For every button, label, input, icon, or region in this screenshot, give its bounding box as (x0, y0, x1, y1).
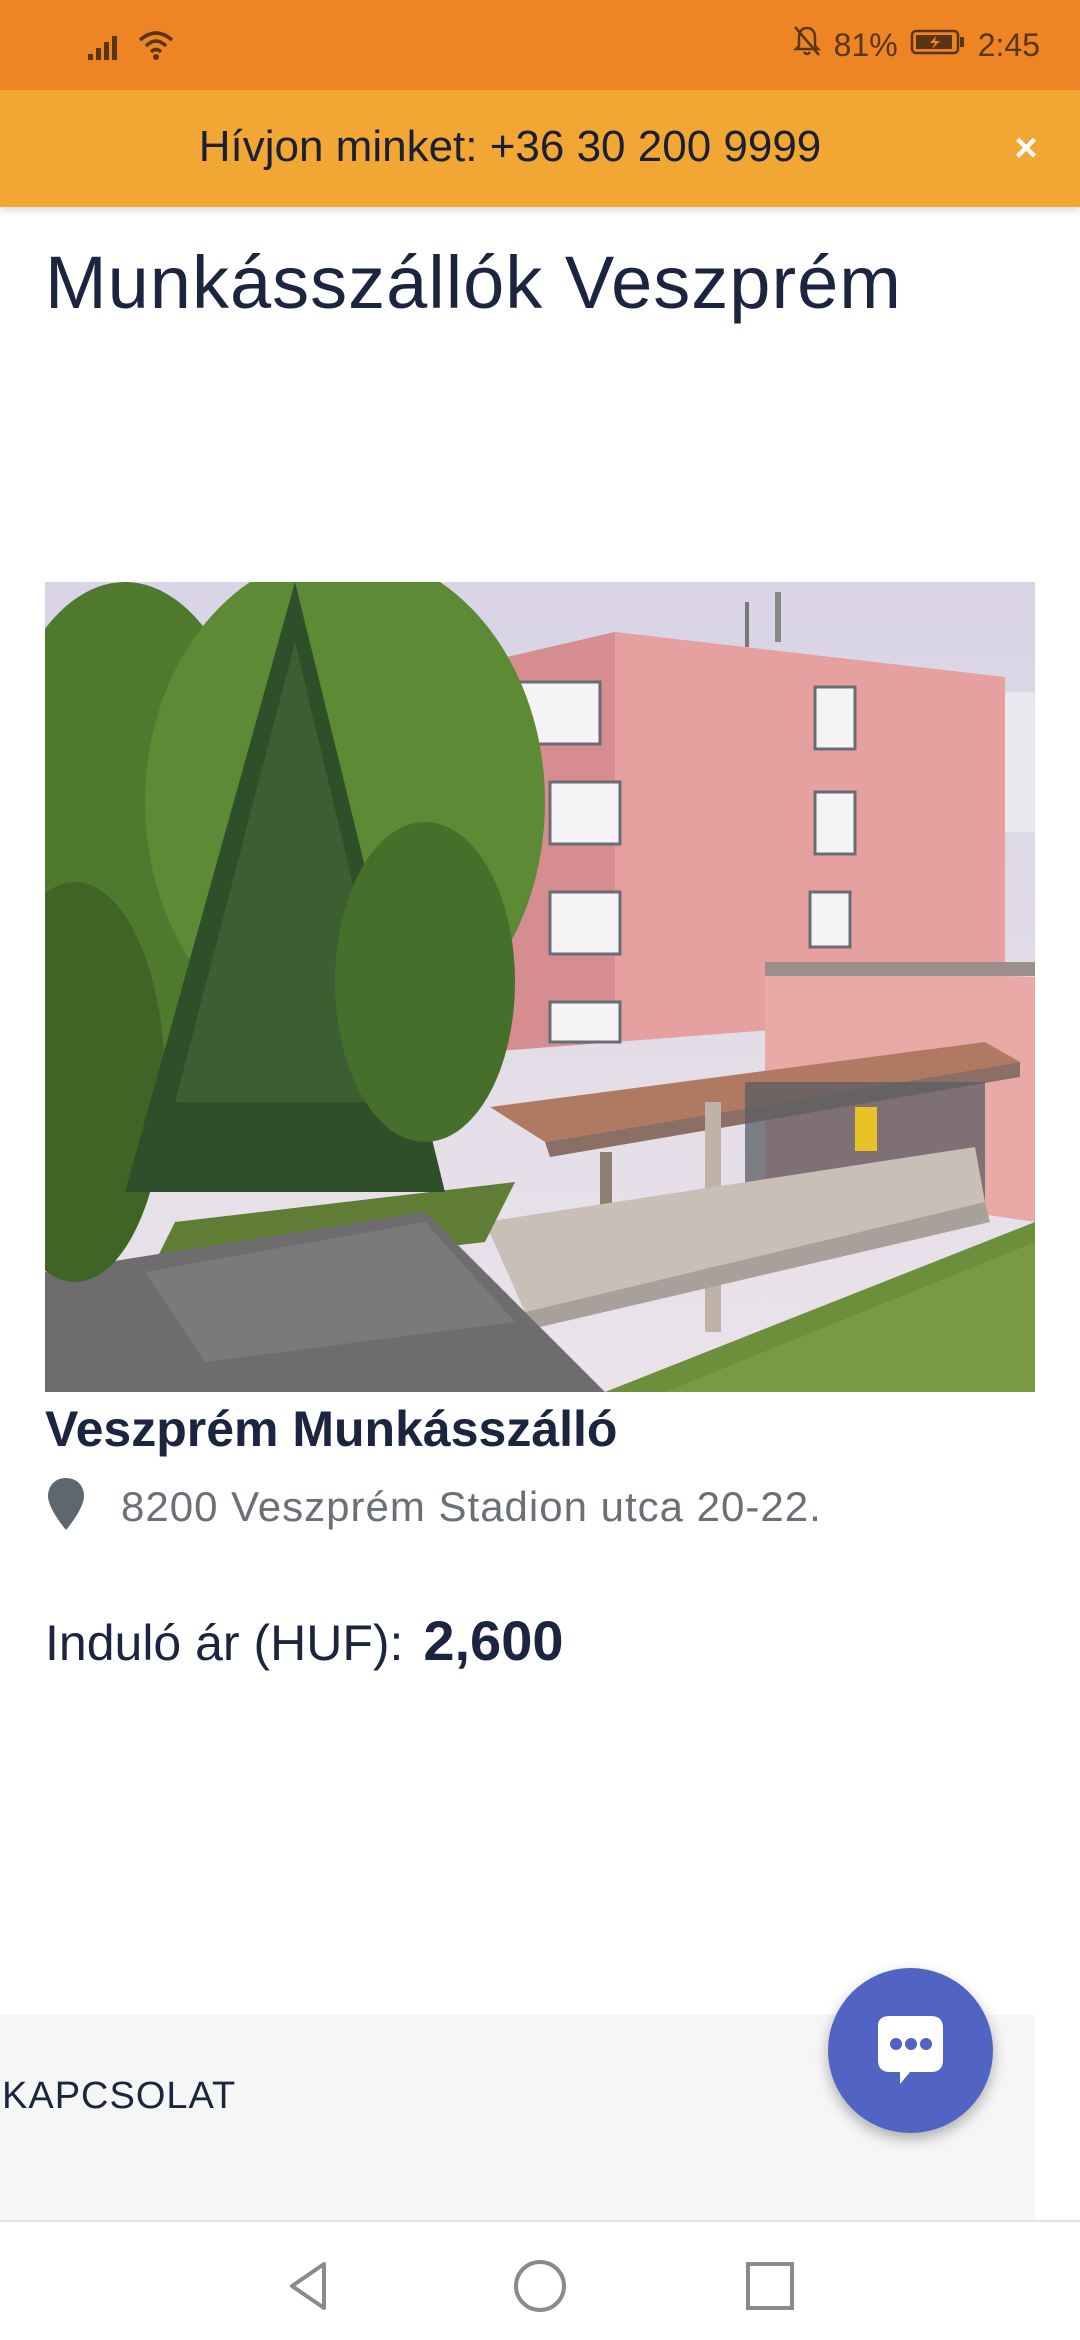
bell-off-icon (792, 24, 822, 66)
address-row: 8200 Veszprém Stadion utca 20-22. (45, 1476, 822, 1537)
chat-bubble-icon (828, 2016, 993, 2137)
address-text: 8200 Veszprém Stadion utca 20-22. (121, 1482, 822, 1530)
hostel-name[interactable]: Veszprém Munkásszálló (45, 1400, 617, 1458)
page-title: Munkásszállók Veszprém (45, 241, 902, 324)
back-icon[interactable] (280, 2256, 340, 2316)
call-banner[interactable]: Hívjon minket: +36 30 200 9999 × (0, 90, 1080, 207)
price-value: 2,600 (423, 1609, 564, 1672)
battery-percent: 81% (833, 26, 898, 63)
contact-title: KAPCSOLAT (2, 2075, 237, 2117)
home-icon[interactable] (510, 2256, 570, 2316)
price-label: Induló ár (HUF): (45, 1615, 404, 1671)
clock: 2:45 (977, 26, 1040, 63)
wifi-icon (136, 28, 176, 67)
status-bar: 81% 2:45 (0, 0, 1080, 90)
close-icon[interactable]: × (1004, 126, 1048, 170)
map-pin-icon (45, 1476, 87, 1537)
system-nav-bar (0, 2220, 1080, 2340)
chat-button[interactable] (828, 1968, 993, 2133)
status-left (86, 28, 176, 67)
battery-icon (910, 27, 966, 64)
page: 81% 2:45 Hívjon minket: +36 30 200 9999 … (0, 0, 1080, 2340)
status-right: 81% 2:45 (792, 24, 1040, 66)
recents-icon[interactable] (740, 2256, 800, 2316)
price-row: Induló ár (HUF): 2,600 (45, 1608, 563, 1673)
signal-icon (86, 28, 126, 67)
call-banner-text[interactable]: Hívjon minket: +36 30 200 9999 (0, 122, 1080, 172)
hostel-photo[interactable] (45, 582, 1035, 1392)
